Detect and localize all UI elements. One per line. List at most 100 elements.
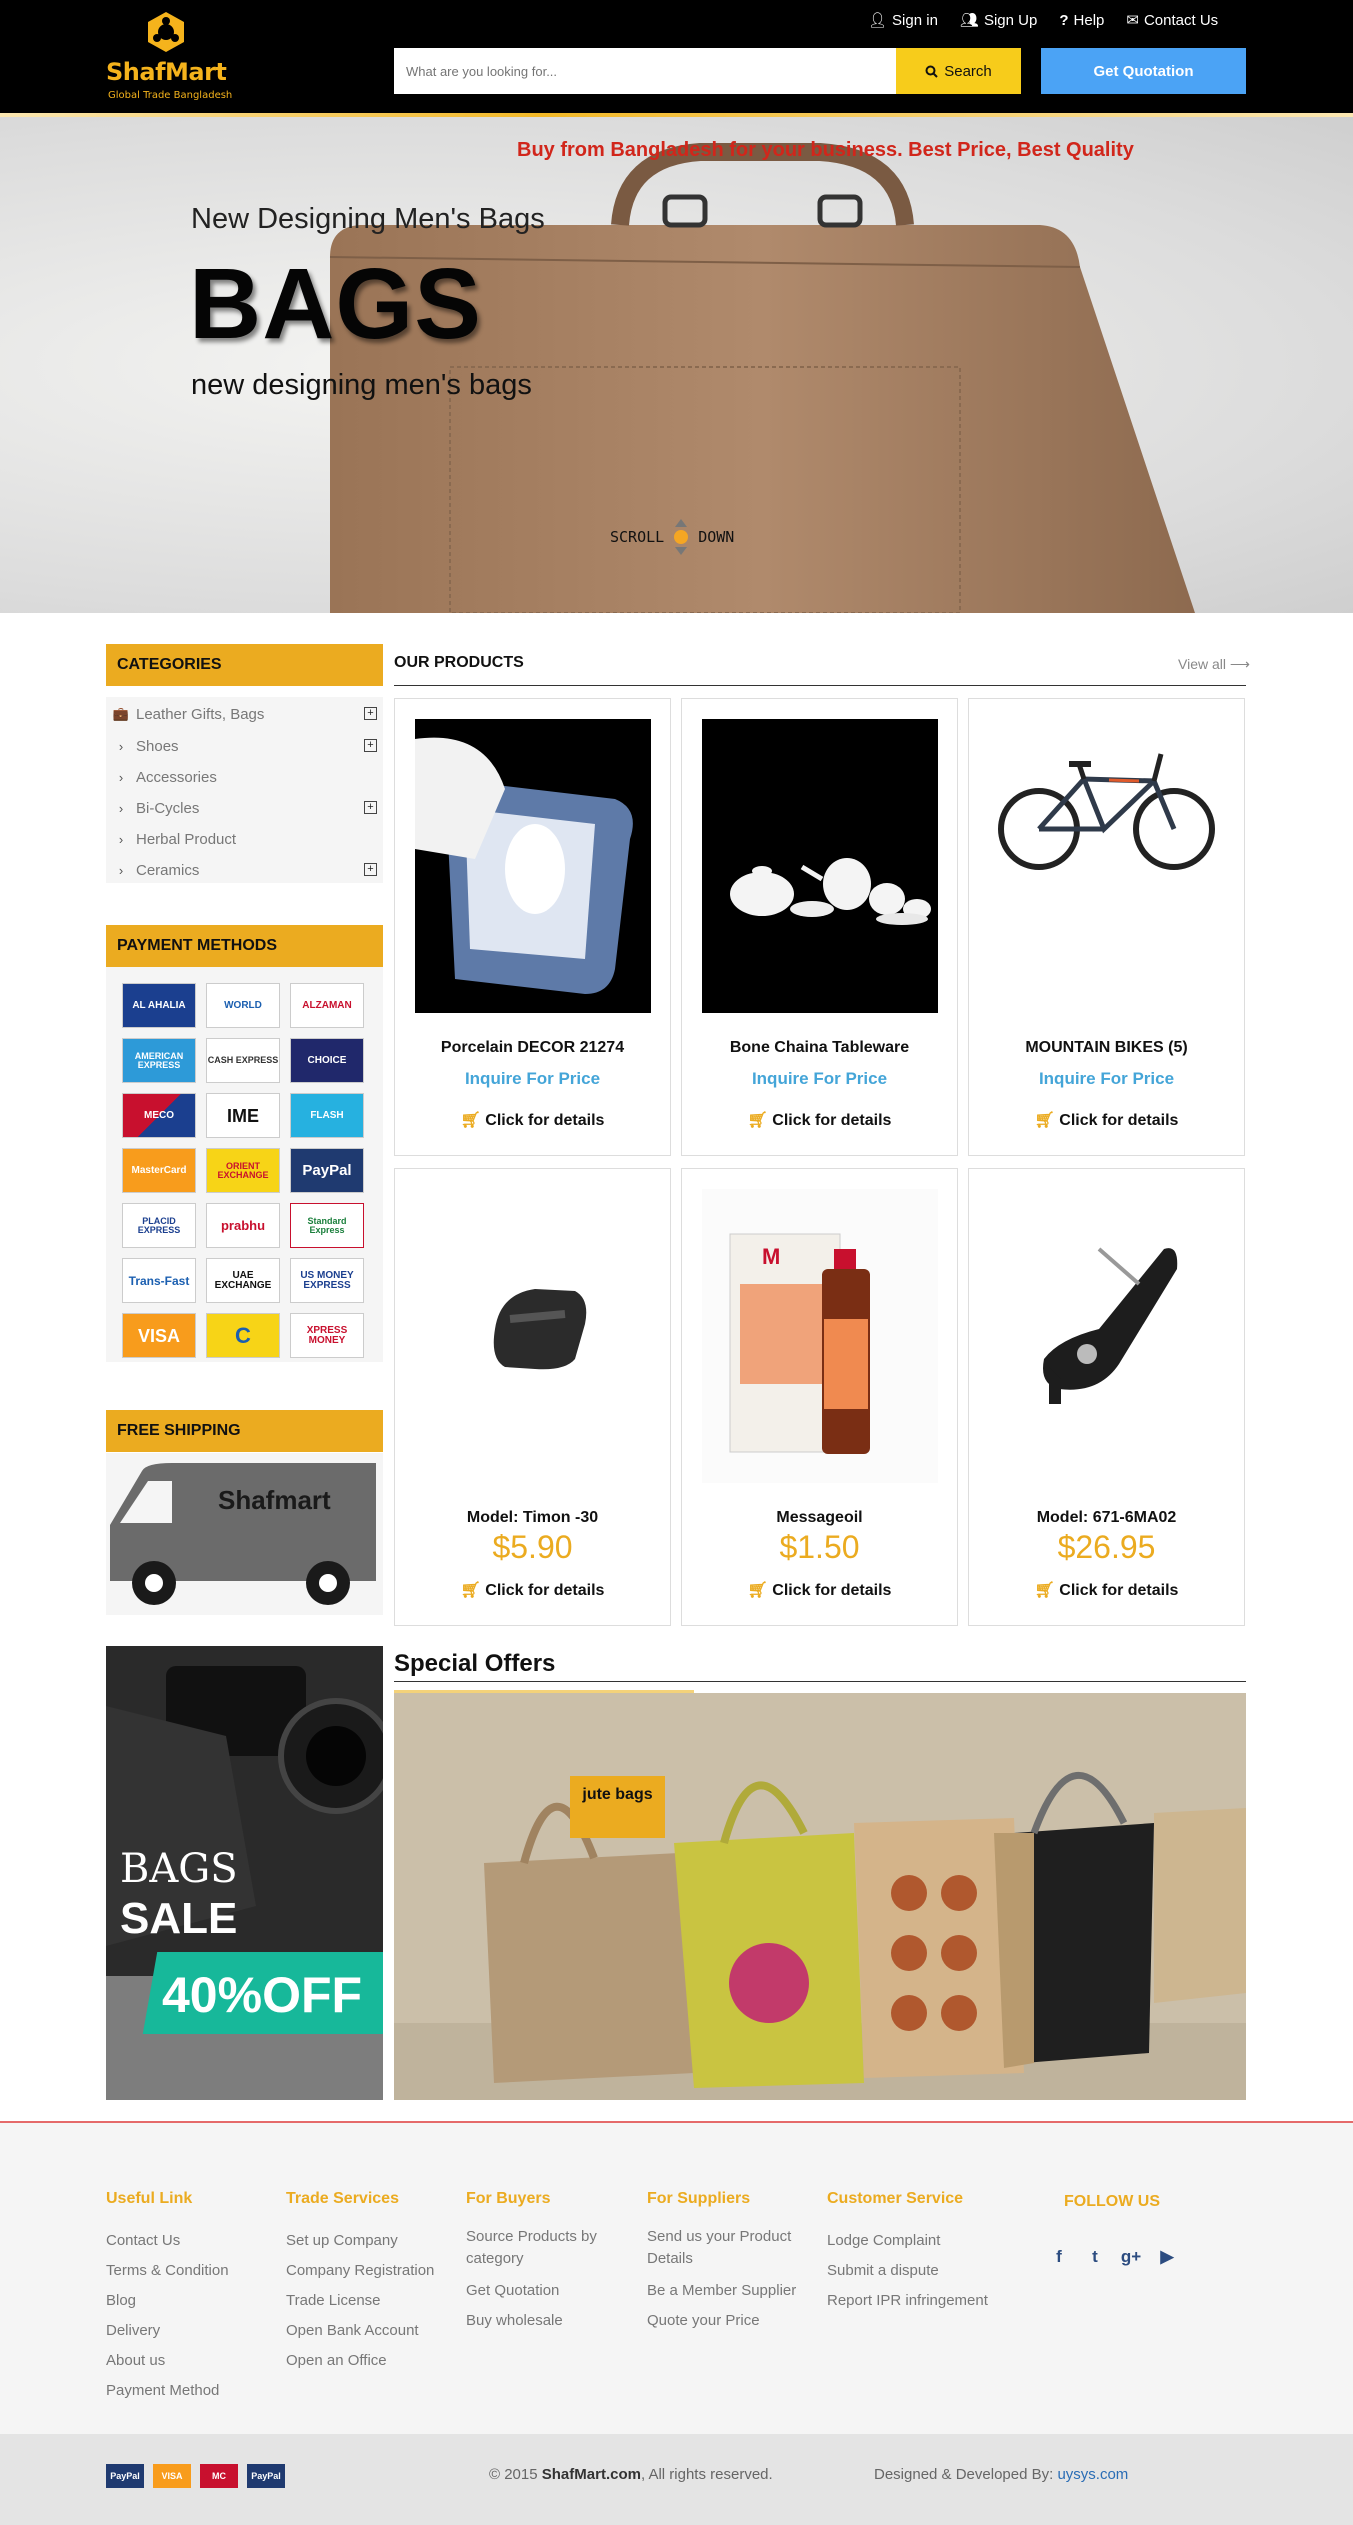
cart-icon: 🛒︎	[747, 1112, 768, 1129]
expand-icon[interactable]: +	[364, 801, 377, 814]
footer-link[interactable]: Blog	[106, 2286, 276, 2316]
footer-link[interactable]: Contact Us	[106, 2226, 276, 2256]
payment-logo: Standard Express	[290, 1203, 364, 1248]
expand-icon[interactable]: +	[364, 739, 377, 752]
scroll-arrows-icon	[674, 519, 689, 555]
van-brand-text: Shafmart	[218, 1485, 331, 1515]
product-details-link[interactable]: 🛒︎ Click for details	[969, 1110, 1244, 1130]
special-offers-divider	[394, 1681, 1246, 1682]
product-name[interactable]: Bone Chaina Tableware	[682, 1039, 957, 1057]
twitter-icon[interactable]: t	[1084, 2246, 1106, 2268]
help-link[interactable]: ? Help	[1059, 10, 1104, 30]
jute-bags-illustration	[394, 1693, 1246, 2100]
offer-label[interactable]: jute bags	[570, 1776, 665, 1838]
search-button[interactable]: Search	[896, 48, 1021, 94]
search-input[interactable]	[394, 48, 896, 94]
footer-link[interactable]: Payment Method	[106, 2376, 276, 2406]
footer-link[interactable]: Submit a dispute	[827, 2256, 1027, 2286]
category-item[interactable]: › Herbal Product	[106, 824, 383, 854]
footer-link[interactable]: Open Bank Account	[286, 2316, 456, 2346]
product-card[interactable]: Bone Chaina Tableware Inquire For Price …	[681, 698, 958, 1156]
google-plus-icon[interactable]: g+	[1120, 2246, 1142, 2268]
cart-icon: 🛒︎	[460, 1112, 481, 1129]
product-card[interactable]: M Messageoil $1.50 🛒︎ Click for details	[681, 1168, 958, 1626]
details-label: Click for details	[485, 1582, 605, 1599]
product-details-link[interactable]: 🛒︎ Click for details	[395, 1580, 670, 1600]
category-label: Shoes	[136, 737, 179, 755]
contact-link[interactable]: ✉ Contact Us	[1126, 10, 1218, 30]
footer-link[interactable]: Open an Office	[286, 2346, 456, 2376]
product-card[interactable]: Model: Timon -30 $5.90 🛒︎ Click for deta…	[394, 1168, 671, 1626]
payment-logo: prabhu	[206, 1203, 280, 1248]
footer-link[interactable]: Quote your Price	[647, 2306, 817, 2336]
product-name[interactable]: Model: 671-6MA02	[969, 1509, 1244, 1527]
category-item[interactable]: › Ceramics +	[106, 855, 383, 885]
sign-in-link[interactable]: 👤︎ Sign in	[868, 10, 938, 30]
facebook-icon[interactable]: f	[1048, 2246, 1070, 2268]
expand-icon[interactable]: +	[364, 863, 377, 876]
scroll-label: SCROLL	[610, 528, 665, 546]
logo-title: ShafMart	[106, 58, 227, 86]
hero-banner: Buy from Bangladesh for your business. B…	[0, 117, 1353, 613]
payment-logo: VISA	[122, 1313, 196, 1358]
product-card[interactable]: Model: 671-6MA02 $26.95 🛒︎ Click for det…	[968, 1168, 1245, 1626]
footer-link[interactable]: Delivery	[106, 2316, 276, 2346]
down-label: DOWN	[698, 528, 735, 546]
categories-list: 💼 Leather Gifts, Bags + › Shoes + › Acce…	[106, 697, 383, 883]
footer-link[interactable]: Terms & Condition	[106, 2256, 276, 2286]
free-shipping-panel: Shafmart	[106, 1453, 383, 1615]
details-label: Click for details	[485, 1112, 605, 1129]
payment-logo: US MONEY EXPRESS	[290, 1258, 364, 1303]
product-details-link[interactable]: 🛒︎ Click for details	[969, 1580, 1244, 1600]
jute-bags-image[interactable]	[394, 1693, 1246, 2100]
social-links: f t g+ ▶	[1048, 2246, 1178, 2268]
product-image-sandal	[989, 1189, 1225, 1483]
details-label: Click for details	[1059, 1112, 1179, 1129]
product-name[interactable]: Model: Timon -30	[395, 1509, 670, 1527]
product-image-shoe	[415, 1189, 651, 1483]
footer-link[interactable]: Send us your Product Details	[647, 2226, 817, 2270]
product-details-link[interactable]: 🛒︎ Click for details	[395, 1110, 670, 1130]
footer-link[interactable]: Source Products by category	[466, 2226, 636, 2270]
arrow-right-icon: ⟶	[1229, 656, 1250, 672]
footer-link[interactable]: Buy wholesale	[466, 2306, 636, 2336]
sign-up-label: Sign Up	[983, 11, 1038, 29]
youtube-icon[interactable]: ▶	[1156, 2246, 1178, 2268]
footer-link[interactable]: About us	[106, 2346, 276, 2376]
details-label: Click for details	[772, 1582, 892, 1599]
footer-link[interactable]: Trade License	[286, 2286, 456, 2316]
user-icon: 👤︎	[868, 12, 888, 29]
get-quotation-button[interactable]: Get Quotation	[1041, 48, 1246, 94]
logo[interactable]: ShafMart Global Trade Bangladesh	[106, 10, 232, 105]
category-item[interactable]: › Accessories	[106, 762, 383, 792]
expand-icon[interactable]: +	[364, 707, 377, 720]
category-item[interactable]: › Bi-Cycles +	[106, 793, 383, 823]
sign-up-link[interactable]: 👥︎ Sign Up	[960, 10, 1037, 30]
product-details-link[interactable]: 🛒︎ Click for details	[682, 1110, 957, 1130]
product-details-link[interactable]: 🛒︎ Click for details	[682, 1580, 957, 1600]
payment-logo: IME	[206, 1093, 280, 1138]
product-card[interactable]: MOUNTAIN BIKES (5) Inquire For Price 🛒︎ …	[968, 698, 1245, 1156]
envelope-icon: ✉	[1126, 12, 1139, 29]
category-item[interactable]: › Shoes +	[106, 731, 383, 761]
details-label: Click for details	[772, 1112, 892, 1129]
designer-link[interactable]: uysys.com	[1057, 2466, 1128, 2483]
product-card[interactable]: Porcelain DECOR 21274 Inquire For Price …	[394, 698, 671, 1156]
products-heading: OUR PRODUCTS	[394, 654, 524, 671]
footer-link[interactable]: Company Registration	[286, 2256, 456, 2286]
product-name[interactable]: MOUNTAIN BIKES (5)	[969, 1039, 1244, 1057]
copyright-brand[interactable]: ShafMart.com	[542, 2466, 641, 2483]
scroll-down-indicator[interactable]: SCROLL DOWN	[610, 517, 734, 557]
designed-prefix: Designed & Developed By:	[874, 2466, 1058, 2483]
site-header: ShafMart Global Trade Bangladesh 👤︎ Sign …	[0, 0, 1353, 113]
footer-link[interactable]: Be a Member Supplier	[647, 2276, 817, 2306]
product-name[interactable]: Messageoil	[682, 1509, 957, 1527]
product-name[interactable]: Porcelain DECOR 21274	[395, 1039, 670, 1057]
footer-link[interactable]: Get Quotation	[466, 2276, 636, 2306]
bags-sale-banner[interactable]: BAGS SALE 40%OFF	[106, 1646, 383, 2100]
category-item[interactable]: 💼 Leather Gifts, Bags +	[106, 699, 383, 729]
footer-link[interactable]: Report IPR infringement	[827, 2286, 1027, 2316]
footer-link[interactable]: Lodge Complaint	[827, 2226, 1027, 2256]
footer-link[interactable]: Set up Company	[286, 2226, 456, 2256]
view-all-link[interactable]: View all ⟶	[1178, 656, 1250, 673]
